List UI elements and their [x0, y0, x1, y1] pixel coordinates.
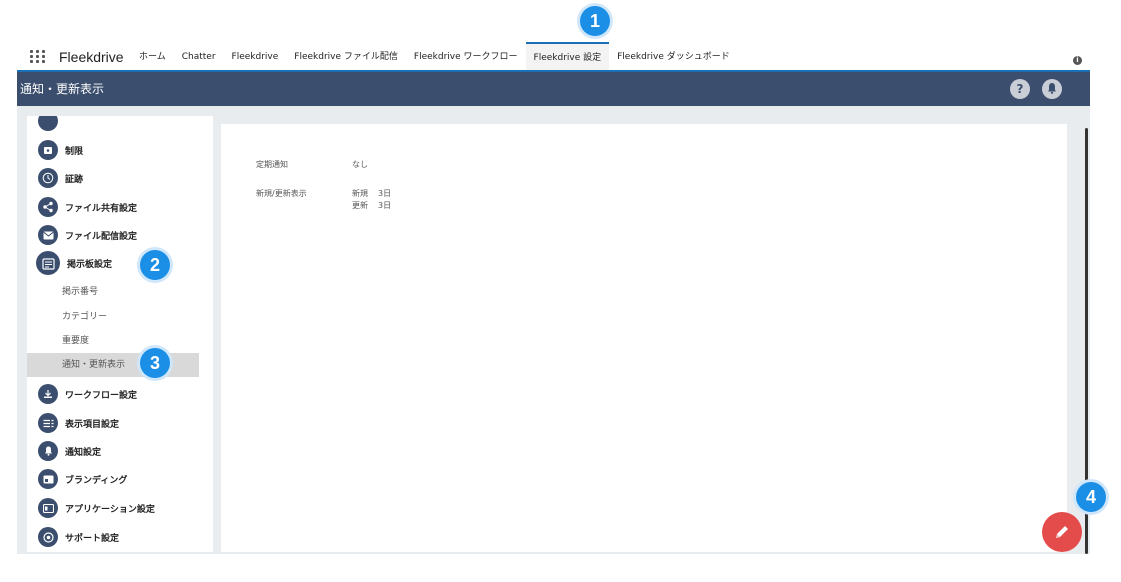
- top-navigation: Fleekdrive ホーム Chatter Fleekdrive Fleekd…: [0, 42, 1090, 72]
- branding-icon: [38, 469, 58, 489]
- sidebar-item-display-fields[interactable]: 表示項目設定: [27, 410, 199, 436]
- bell-icon: [38, 441, 58, 461]
- sidebar-subitem-board-number[interactable]: 掲示番号: [27, 280, 199, 304]
- edit-button[interactable]: [1042, 512, 1082, 552]
- mail-icon: [38, 225, 58, 245]
- sidebar-item-application-settings[interactable]: アプリケーション設定: [27, 495, 199, 521]
- sidebar-item-label: 制限: [65, 146, 84, 157]
- sidebar-item-label: ファイル配信設定: [65, 231, 138, 242]
- sidebar-item-board-settings[interactable]: 掲示板設定: [27, 250, 199, 276]
- sidebar-item-branding[interactable]: ブランディング: [27, 466, 199, 492]
- help-button[interactable]: ?: [1010, 79, 1030, 99]
- sidebar-item-audit-trail[interactable]: 証跡: [27, 165, 199, 191]
- sidebar-item-label: 通知設定: [65, 447, 102, 458]
- tab-settings[interactable]: Fleekdrive 設定: [525, 42, 610, 72]
- detail-panel: 定期通知 なし 新規/更新表示 新規 3日 更新 3日: [221, 124, 1067, 552]
- sidebar-item-label: ファイル共有設定: [65, 203, 138, 214]
- sidebar-item-file-sharing[interactable]: ファイル共有設定: [27, 194, 199, 220]
- board-icon: [36, 251, 60, 275]
- periodic-notice-value: なし: [352, 160, 368, 169]
- new-label: 新規: [352, 189, 368, 198]
- list-icon: [38, 413, 58, 433]
- clock-icon: [38, 168, 58, 188]
- notification-button[interactable]: [1042, 79, 1062, 99]
- app-launcher-icon[interactable]: [30, 50, 48, 64]
- pencil-icon: [1056, 526, 1068, 538]
- update-label: 更新: [352, 201, 368, 210]
- share-icon: [38, 197, 58, 217]
- tab-dashboard[interactable]: Fleekdrive ダッシュボード: [609, 42, 738, 70]
- tab-home[interactable]: ホーム: [131, 42, 174, 70]
- sidebar-item-file-delivery[interactable]: ファイル配信設定: [27, 222, 199, 248]
- callout-badge-4: 4: [1076, 482, 1106, 512]
- update-value: 3日: [378, 201, 392, 210]
- sidebar-subitem-importance[interactable]: 重要度: [27, 329, 199, 353]
- sidebar-item-label: ブランディング: [65, 475, 128, 486]
- sidebar-item-label: アプリケーション設定: [65, 504, 155, 515]
- tab-file-delivery[interactable]: Fleekdrive ファイル配信: [286, 42, 406, 70]
- sidebar-subitem-notification-update[interactable]: 通知・更新表示: [27, 353, 199, 377]
- sidebar-item-restriction[interactable]: 制限: [27, 137, 199, 163]
- workflow-icon: [38, 384, 58, 404]
- sidebar-item-label: 証跡: [65, 174, 84, 185]
- sidebar-item-label: 表示項目設定: [65, 419, 120, 430]
- tab-bar: ホーム Chatter Fleekdrive Fleekdrive ファイル配信…: [131, 42, 738, 72]
- periodic-notice-label: 定期通知: [256, 160, 288, 169]
- app-icon: [38, 498, 58, 518]
- settings-sidebar: 制限 証跡 ファイル共有設定 ファイル配信設定 掲示板設定 掲示番号 カテゴリー…: [27, 116, 213, 552]
- sidebar-item-partial[interactable]: [27, 116, 199, 134]
- page-title: 通知・更新表示: [20, 82, 105, 96]
- tab-chatter[interactable]: Chatter: [174, 42, 224, 70]
- sidebar-item-workflow-settings[interactable]: ワークフロー設定: [27, 381, 199, 407]
- callout-badge-2: 2: [140, 250, 170, 280]
- lock-icon: [38, 140, 58, 160]
- callout-badge-1: 1: [580, 6, 610, 36]
- app-name: Fleekdrive: [59, 49, 124, 65]
- sidebar-item-support-settings[interactable]: サポート設定: [27, 524, 199, 550]
- tab-workflow[interactable]: Fleekdrive ワークフロー: [406, 42, 526, 70]
- new-value: 3日: [378, 189, 392, 198]
- sidebar-item-label: ワークフロー設定: [65, 390, 138, 401]
- page-header: 通知・更新表示 ?: [17, 72, 1090, 106]
- new-update-display-label: 新規/更新表示: [256, 189, 307, 198]
- tab-fleekdrive[interactable]: Fleekdrive: [224, 42, 287, 70]
- sidebar-subitem-category[interactable]: カテゴリー: [27, 305, 199, 329]
- support-icon: [38, 527, 58, 547]
- generic-icon: [38, 116, 58, 131]
- bell-icon: [1048, 83, 1056, 94]
- sidebar-item-label: サポート設定: [65, 533, 120, 544]
- sidebar-item-notification-settings[interactable]: 通知設定: [27, 438, 199, 464]
- sidebar-item-label: 掲示板設定: [67, 259, 113, 270]
- info-icon[interactable]: i: [1073, 56, 1082, 65]
- callout-badge-3: 3: [140, 348, 170, 378]
